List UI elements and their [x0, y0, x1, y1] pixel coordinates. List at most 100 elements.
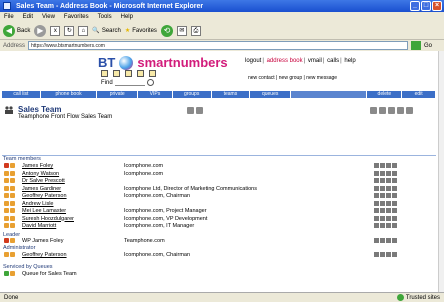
- nav-address-book[interactable]: address book: [267, 58, 303, 64]
- member-name[interactable]: Andrew Lisle: [22, 201, 54, 207]
- member-name[interactable]: James Foley: [22, 163, 53, 169]
- nav-vmail[interactable]: vmail: [308, 58, 322, 64]
- new-message-link[interactable]: new message: [306, 75, 337, 81]
- group-icon[interactable]: [113, 70, 120, 77]
- status-text: Done: [4, 294, 19, 301]
- print-button[interactable]: ⎙: [190, 25, 201, 36]
- page-content: BT smartnumbers logout| address book| vm…: [0, 51, 438, 292]
- tab-groups[interactable]: groups: [172, 91, 211, 98]
- member-actions[interactable]: [374, 185, 397, 191]
- address-bar: Address https://www.btsmartnumbers.com G…: [0, 40, 444, 51]
- voicemail-icon[interactable]: [379, 107, 386, 114]
- tab-queues[interactable]: queues: [250, 91, 291, 98]
- address-input[interactable]: https://www.btsmartnumbers.com: [28, 41, 409, 50]
- delete-icon[interactable]: [406, 107, 413, 114]
- nav-calls[interactable]: calls: [327, 58, 339, 64]
- tab-phone-book[interactable]: phone book: [40, 91, 97, 98]
- member-actions[interactable]: [374, 215, 397, 221]
- call-icon[interactable]: [370, 107, 377, 114]
- forward-arrow-icon: ▶: [34, 24, 47, 37]
- member-actions[interactable]: [374, 193, 397, 198]
- member-name[interactable]: David Marriott: [22, 223, 56, 229]
- team-header: Sales Team Teamphone Front Flow Sales Te…: [4, 104, 436, 124]
- top-nav: logout| address book| vmail| calls| help: [245, 58, 356, 64]
- forward-button[interactable]: ▶: [34, 24, 47, 37]
- menu-tools[interactable]: Tools: [98, 14, 112, 20]
- member-icons: [4, 215, 18, 222]
- member-name[interactable]: Suresh Hoozdulgarer: [22, 216, 74, 222]
- favorites-label: Favorites: [132, 27, 157, 34]
- member-icons: [4, 185, 18, 192]
- find-input[interactable]: [114, 79, 145, 86]
- go-button[interactable]: [411, 41, 422, 50]
- member-actions[interactable]: [374, 223, 397, 228]
- menu-favorites[interactable]: Favorites: [64, 14, 89, 20]
- phone-icon[interactable]: [125, 70, 132, 77]
- forward-icon[interactable]: [388, 107, 395, 114]
- tab-private[interactable]: private: [97, 91, 138, 98]
- favorites-button[interactable]: ★ Favorites: [125, 27, 157, 35]
- back-button[interactable]: ◀ Back: [3, 24, 31, 37]
- admin-name[interactable]: Geoffrey Paterson: [22, 252, 67, 258]
- mail-button[interactable]: ✉: [176, 25, 187, 36]
- member-name[interactable]: Dr Salve Prescott: [22, 178, 65, 184]
- history-button[interactable]: ⟲: [160, 24, 173, 37]
- member-org: Icomphone.com, IT Manager: [124, 223, 195, 229]
- zone-label: Trusted sites: [405, 294, 440, 301]
- menu-help[interactable]: Help: [121, 14, 133, 20]
- close-button[interactable]: ×: [432, 1, 442, 11]
- window-controls: _ □ ×: [410, 1, 442, 11]
- queue-name[interactable]: Queue for Sales Team: [22, 271, 77, 277]
- vertical-scrollbar[interactable]: [438, 51, 444, 292]
- tab-vips[interactable]: VIPs: [138, 91, 172, 98]
- mail-icon[interactable]: [137, 70, 144, 77]
- trusted-sites-icon: [396, 294, 404, 301]
- refresh-button[interactable]: ↻: [64, 25, 75, 36]
- member-actions[interactable]: [374, 200, 397, 206]
- nav-help[interactable]: help: [344, 58, 355, 64]
- home-button[interactable]: ⌂: [78, 25, 89, 36]
- member-actions[interactable]: [374, 208, 397, 213]
- back-arrow-icon: ◀: [3, 24, 15, 37]
- member-actions[interactable]: [374, 170, 397, 176]
- new-group-link[interactable]: new group: [279, 75, 302, 81]
- note-icon[interactable]: [149, 70, 156, 77]
- phone-book-icon[interactable]: [187, 107, 194, 114]
- team-name: Sales Team: [18, 105, 62, 114]
- member-org: Icomphone.com: [124, 163, 164, 169]
- print-icon: ⎙: [190, 25, 201, 36]
- team-header-icons: [187, 107, 203, 114]
- message-icon[interactable]: [196, 107, 203, 114]
- team-action-icons: [370, 107, 413, 114]
- menu-file[interactable]: File: [4, 14, 14, 20]
- edit-icon[interactable]: [397, 107, 404, 114]
- member-icons: [4, 208, 18, 214]
- mail-icon: ✉: [176, 25, 187, 36]
- member-name[interactable]: James Gardiner: [22, 186, 61, 192]
- search-button[interactable]: 🔍 Search: [92, 27, 121, 35]
- member-row: Antony Watson Icomphone.com: [4, 170, 436, 177]
- menu-view[interactable]: View: [42, 14, 55, 20]
- nav-logout[interactable]: logout: [245, 58, 261, 64]
- back-label: Back: [17, 27, 31, 34]
- tab-delete[interactable]: delete: [367, 91, 402, 98]
- sub-nav: new contact | new group | new message: [248, 75, 338, 81]
- member-name[interactable]: Antony Watson: [22, 171, 59, 177]
- member-name[interactable]: Mei Lee Lamaster: [22, 208, 66, 214]
- minimize-button[interactable]: _: [410, 1, 420, 11]
- leader-name[interactable]: WP James Foley: [22, 238, 63, 244]
- member-actions[interactable]: [374, 163, 397, 168]
- stop-button[interactable]: x: [50, 25, 61, 36]
- contact-icon[interactable]: [101, 70, 108, 77]
- new-contact-link[interactable]: new contact: [248, 75, 275, 81]
- tab-teams[interactable]: teams: [211, 91, 250, 98]
- search-icon[interactable]: [146, 79, 154, 86]
- maximize-button[interactable]: □: [421, 1, 431, 11]
- tab-edit[interactable]: edit: [402, 91, 436, 98]
- menu-edit[interactable]: Edit: [23, 14, 33, 20]
- member-actions[interactable]: [374, 178, 397, 183]
- history-icon: ⟲: [160, 24, 173, 37]
- member-row: David Marriott Icomphone.com, IT Manager: [4, 223, 436, 229]
- member-name[interactable]: Geoffrey Paterson: [22, 193, 67, 199]
- tab-call-list[interactable]: call list: [2, 91, 40, 98]
